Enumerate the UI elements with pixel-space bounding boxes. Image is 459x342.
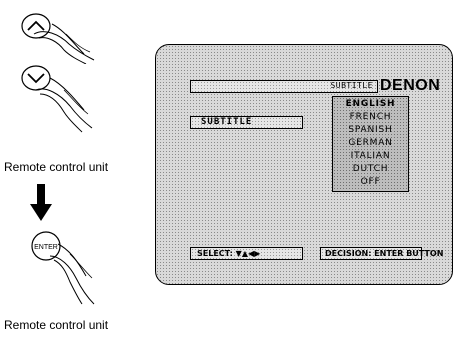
language-option-english[interactable]: ENGLISH bbox=[333, 99, 408, 110]
caption-remote-bottom: Remote control unit bbox=[4, 318, 109, 332]
brand-logo: DENON bbox=[380, 77, 441, 94]
language-list: ENGLISH FRENCH SPANISH GERMAN ITALIAN DU… bbox=[332, 96, 409, 192]
decision-hint: DECISION: ENTER BUTTON bbox=[320, 247, 443, 260]
hand-press-enter-icon: ENTER bbox=[31, 231, 95, 305]
hand-press-down-icon bbox=[21, 65, 93, 133]
enter-label: ENTER bbox=[34, 244, 58, 251]
language-option-italian[interactable]: ITALIAN bbox=[333, 151, 408, 162]
arrow-down-icon bbox=[30, 184, 52, 221]
select-hint: SELECT: ▼▲◀▶ bbox=[190, 247, 303, 260]
subtitle-menu-label: SUBTITLE bbox=[190, 116, 303, 129]
hand-press-up-icon bbox=[21, 13, 95, 64]
language-option-french[interactable]: FRENCH bbox=[333, 112, 408, 123]
caption-remote-top: Remote control unit bbox=[4, 160, 109, 174]
language-option-spanish[interactable]: SPANISH bbox=[333, 125, 408, 136]
osd-title-bar: SUBTITLE bbox=[190, 80, 378, 93]
language-option-off[interactable]: OFF bbox=[333, 177, 408, 188]
osd-title: SUBTITLE bbox=[330, 81, 373, 90]
language-option-german[interactable]: GERMAN bbox=[333, 138, 408, 149]
language-option-dutch[interactable]: DUTCH bbox=[333, 164, 408, 175]
